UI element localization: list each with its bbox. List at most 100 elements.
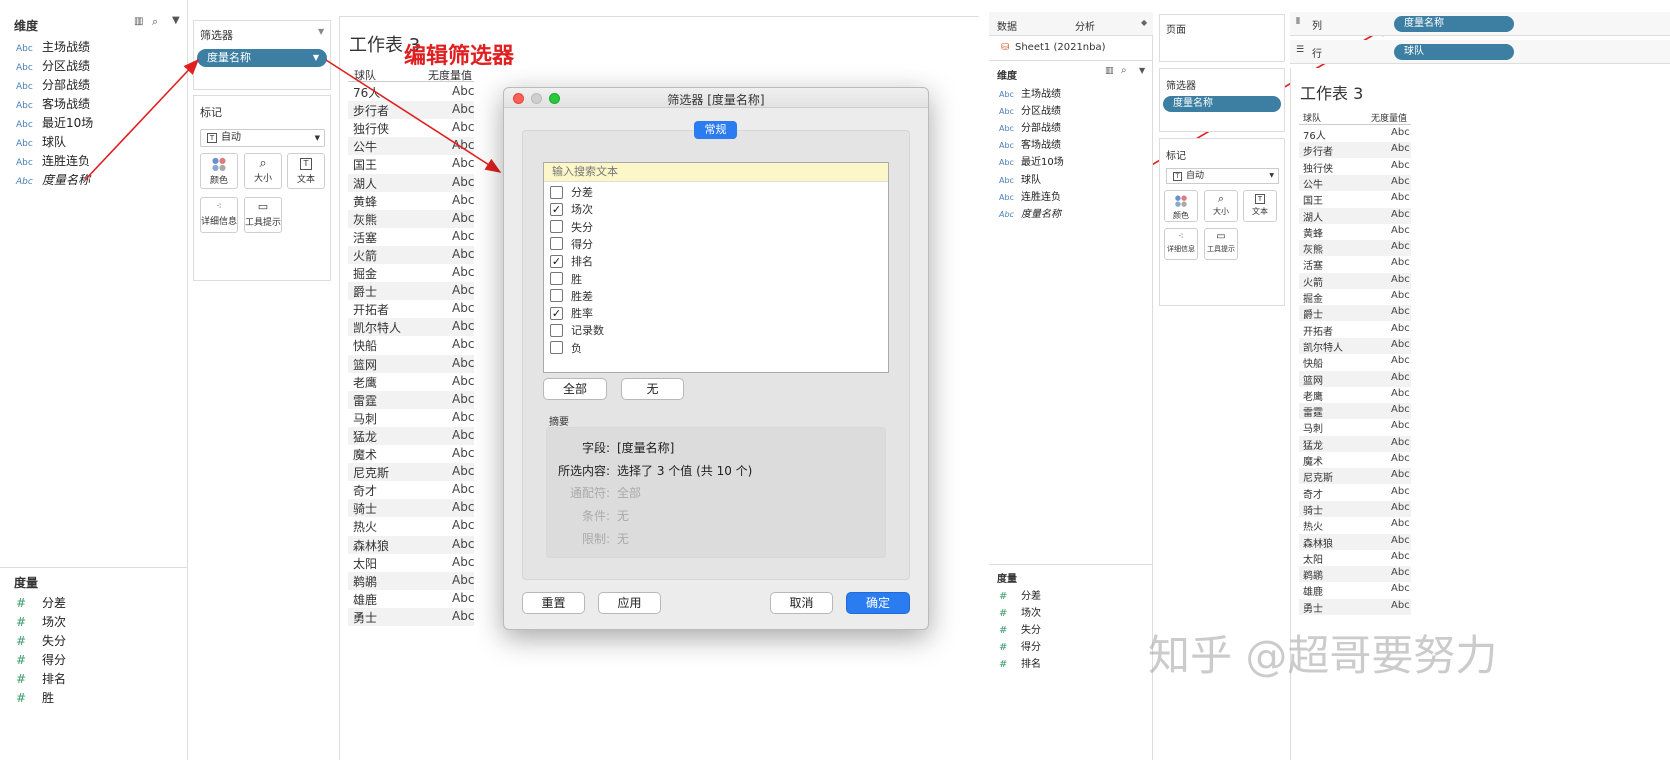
summary-row: 通配符: 全部 (569, 486, 642, 501)
columns-icon: ⦀ (1296, 17, 1300, 27)
measure-field[interactable]: # 失分 (999, 621, 1041, 636)
checkbox[interactable] (550, 220, 563, 234)
color-button[interactable]: ●● ●● 颜色 (1164, 190, 1198, 222)
values-list (543, 162, 889, 373)
number-type-icon: # (999, 625, 1008, 637)
summary-row: 条件: 无 (581, 509, 630, 524)
table-row: 掘金 Abc (1303, 290, 1410, 305)
rows-label: 行 (1312, 49, 1322, 60)
columns-pill[interactable]: 度量名称 (1394, 16, 1514, 32)
table-row: 黄蜂 Abc (1303, 224, 1410, 240)
value-checkbox-item[interactable]: 负 (550, 340, 582, 356)
tab-menu-icon[interactable]: ◆ (1141, 18, 1147, 27)
select-none-button[interactable]: 无 (621, 378, 684, 400)
string-type-icon: Abc (999, 107, 1014, 117)
measure-field[interactable]: # 场次 (999, 604, 1041, 619)
value-checkbox-item[interactable]: 胜差 (550, 288, 593, 304)
reset-button[interactable]: 重置 (522, 592, 585, 614)
size-button[interactable]: ⌕ 大小 (1204, 190, 1238, 222)
table-row: 开拓者 Abc (1303, 322, 1410, 338)
color-dots-icon: ●● ●● (1174, 194, 1188, 208)
apply-button[interactable]: 应用 (598, 592, 661, 614)
select-all-button[interactable]: 全部 (543, 378, 607, 400)
table-row: 步行者 Abc (1299, 142, 1411, 159)
value-checkbox-item[interactable]: 记录数 (550, 322, 604, 338)
value-checkbox-item[interactable]: 失分 (550, 219, 593, 235)
dimension-field[interactable]: Abc 球队 (999, 171, 1041, 186)
string-type-icon: Abc (999, 209, 1014, 219)
worksheet-title: 工作表 3 (1300, 84, 1364, 103)
checkbox[interactable] (550, 237, 563, 251)
arrow-to-dialog (325, 59, 502, 173)
dimension-field[interactable]: Abc 分区战绩 (999, 102, 1061, 117)
number-type-icon: # (999, 659, 1008, 671)
summary-row: 字段: [度量名称] (581, 441, 675, 455)
measure-field[interactable]: # 排名 (999, 655, 1041, 670)
summary-row: 所选内容: 选择了 3 个值 (共 10 个) (557, 463, 753, 478)
checkbox[interactable] (550, 185, 563, 199)
checkbox[interactable] (550, 323, 563, 337)
dropdown-icon[interactable]: ▼ (1139, 66, 1145, 75)
dimension-field[interactable]: Abc 客场战绩 (999, 136, 1061, 151)
ok-button[interactable]: 确定 (846, 592, 910, 614)
number-type-icon: # (999, 642, 1008, 654)
table-row: 热火 Abc (1303, 518, 1410, 534)
dialog-title: 筛选器 [度量名称] (667, 93, 765, 107)
table-row: 湖人 Abc (1299, 207, 1411, 224)
checkbox[interactable]: ✓ (550, 254, 563, 268)
checkbox[interactable] (550, 289, 563, 303)
checkbox[interactable]: ✓ (550, 202, 563, 216)
checkbox[interactable] (550, 272, 563, 285)
checkbox[interactable]: ✓ (550, 306, 563, 320)
table-row: 骑士 Abc (1299, 500, 1411, 517)
dimension-field[interactable]: Abc 主场战绩 (999, 85, 1061, 100)
table-row: 独行侠 Abc (1303, 159, 1410, 175)
table-row: 爵士 Abc (1299, 305, 1411, 322)
measure-field[interactable]: # 得分 (999, 638, 1041, 653)
rows-pill[interactable]: 球队 (1394, 44, 1514, 60)
search-icon[interactable]: ⌕ (1121, 65, 1127, 76)
string-type-icon: Abc (999, 192, 1014, 202)
dimension-field[interactable]: Abc 分部战绩 (999, 119, 1061, 134)
dimension-field[interactable]: Abc 连胜连负 (999, 188, 1061, 203)
tab-analysis[interactable]: 分析 (1075, 18, 1095, 33)
tab-data[interactable]: 数据 (997, 18, 1017, 33)
watermark: 知乎 @超哥要努力 (1148, 631, 1498, 680)
table-row: 火箭 Abc (1299, 272, 1411, 289)
table-row: 凯尔特人 Abc (1299, 337, 1411, 354)
value-checkbox-item[interactable]: 得分 (550, 236, 593, 252)
tooltip-button[interactable]: ▭ 工具提示 (1204, 228, 1238, 260)
pages-title: 页面 (1166, 25, 1186, 36)
mark-type-select[interactable]: T 自动 ▼ (1166, 168, 1279, 184)
value-checkbox-item[interactable]: 分差 (550, 184, 593, 200)
string-type-icon: Abc (999, 175, 1014, 185)
list-view-icon[interactable]: ▥ (1105, 66, 1114, 76)
checkbox[interactable] (550, 341, 563, 355)
number-type-icon: # (999, 591, 1008, 602)
pages-shelf: 页面 (1159, 14, 1285, 62)
detail-button[interactable]: ⁖ 详细信息 (1164, 228, 1198, 260)
value-checkbox-item[interactable]: ✓ 排名 (550, 253, 593, 269)
dimension-field[interactable]: Abc 度量名称 (999, 205, 1061, 220)
datasource-name[interactable]: Sheet1 (2021nba) (1015, 42, 1106, 53)
dimensions-title: 维度 (997, 71, 1017, 82)
tab-general[interactable]: 常规 (694, 121, 737, 139)
filters-title: 筛选器 (1166, 81, 1196, 92)
text-button[interactable]: T 文本 (1243, 190, 1277, 222)
cancel-button[interactable]: 取消 (770, 592, 833, 614)
measure-field[interactable]: # 分差 (999, 587, 1041, 602)
detail-icon: ⁖ (1178, 232, 1184, 242)
string-type-icon: Abc (999, 141, 1014, 151)
dimension-field[interactable]: Abc 最近10场 (999, 153, 1064, 168)
rows-icon: ☰ (1296, 45, 1305, 55)
string-type-icon: Abc (999, 90, 1014, 99)
search-input[interactable]: 输入搜索文本 (544, 163, 888, 182)
value-checkbox-item[interactable]: ✓ 场次 (550, 201, 593, 217)
filter-dialog: 筛选器 [度量名称] 常规 输入搜索文本 分差 ✓ 场次失分 得分 ✓ 排名胜胜差 ✓ 胜率记… (503, 87, 929, 630)
size-icon: ⌕ (1217, 192, 1225, 205)
value-checkbox-item[interactable]: 胜 (550, 271, 582, 287)
table-row: 勇士 Abc (1299, 598, 1411, 615)
value-checkbox-item[interactable]: ✓ 胜率 (550, 305, 593, 321)
table-row: 森林狼 Abc (1299, 533, 1411, 550)
right-filter-pill[interactable]: 度量名称 (1163, 96, 1281, 112)
